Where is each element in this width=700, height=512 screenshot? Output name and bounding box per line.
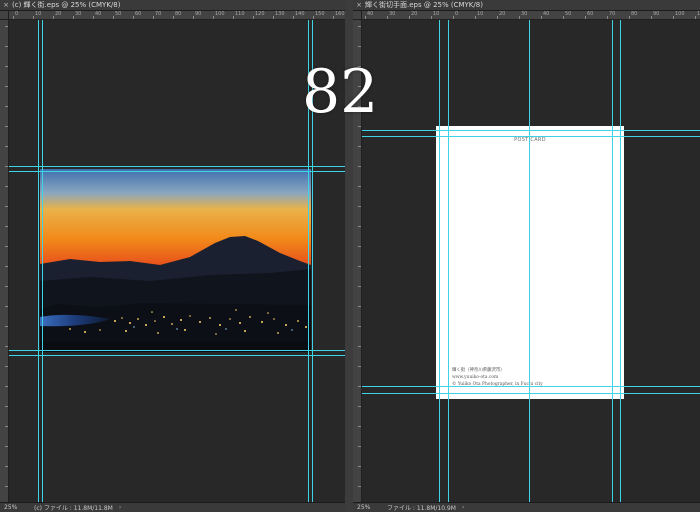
ruler-label: 40 <box>543 11 550 17</box>
ruler-label: 0 <box>455 11 459 17</box>
right-canvas[interactable]: POST CARD 輝く街（神奈川県藤沢市） www.yuuiko-ota.co… <box>362 20 700 502</box>
night-city-photo <box>40 169 311 352</box>
ruler-label: 100 <box>675 11 685 17</box>
ruler-label: 40 <box>367 11 374 17</box>
ruler-origin[interactable] <box>353 11 362 20</box>
ruler-label: 100 <box>215 11 225 17</box>
ruler-label: 20 <box>55 11 62 17</box>
ruler-label: 110 <box>235 11 245 17</box>
left-document-title: (c) 輝く街.eps @ 25% (CMYK/8) <box>12 1 121 9</box>
ruler-label: 120 <box>255 11 265 17</box>
left-status-bar: 25% (c) ファイル : 11.8M/11.8M › <box>0 502 345 512</box>
right-document-tab[interactable]: × 輝く街切手面.eps @ 25% (CMYK/8) <box>353 0 700 11</box>
ruler-label: 150 <box>315 11 325 17</box>
chevron-right-icon[interactable]: › <box>462 504 464 511</box>
close-icon[interactable]: × <box>353 1 365 9</box>
guide-horizontal[interactable] <box>362 393 700 394</box>
ruler-label: 160 <box>335 11 345 17</box>
ruler-label: 20 <box>499 11 506 17</box>
postcard-title: POST CARD <box>514 137 546 143</box>
guide-vertical[interactable] <box>448 20 449 502</box>
ruler-label: 140 <box>295 11 305 17</box>
ruler-label: 130 <box>275 11 285 17</box>
guide-horizontal[interactable] <box>9 166 345 167</box>
guide-vertical[interactable] <box>620 20 621 502</box>
vertical-ruler[interactable] <box>0 20 9 502</box>
guide-vertical[interactable] <box>38 20 39 502</box>
chevron-right-icon[interactable]: › <box>119 504 121 511</box>
horizontal-ruler[interactable]: 403020100102030405060708090100110 <box>353 11 700 20</box>
guide-horizontal[interactable] <box>362 136 700 137</box>
zoom-level[interactable]: 25% <box>353 504 383 511</box>
ruler-label: 40 <box>95 11 102 17</box>
ruler-label: 10 <box>35 11 42 17</box>
ruler-label: 0 <box>15 11 19 17</box>
ruler-label: 10 <box>433 11 440 17</box>
ruler-label: 80 <box>631 11 638 17</box>
ruler-label: 90 <box>195 11 202 17</box>
ruler-label: 30 <box>389 11 396 17</box>
guide-vertical[interactable] <box>439 20 440 502</box>
guide-horizontal[interactable] <box>9 350 345 351</box>
right-document-title: 輝く街切手面.eps @ 25% (CMYK/8) <box>365 1 483 9</box>
guide-vertical[interactable] <box>612 20 613 502</box>
guide-vertical[interactable] <box>42 20 43 502</box>
page-number: 82 <box>302 57 379 127</box>
right-status-bar: 25% ファイル : 11.8M/10.9M › <box>353 502 700 512</box>
postcard-page: POST CARD 輝く街（神奈川県藤沢市） www.yuuiko-ota.co… <box>436 126 624 399</box>
ruler-label: 30 <box>521 11 528 17</box>
guide-horizontal[interactable] <box>9 171 345 172</box>
ruler-label: 20 <box>411 11 418 17</box>
file-info: (c) ファイル : 11.8M/11.8M <box>34 505 113 512</box>
left-document-tab[interactable]: × (c) 輝く街.eps @ 25% (CMYK/8) <box>0 0 345 11</box>
ruler-label: 50 <box>565 11 572 17</box>
guide-horizontal[interactable] <box>362 386 700 387</box>
guide-horizontal[interactable] <box>362 130 700 131</box>
ruler-label: 30 <box>75 11 82 17</box>
ruler-label: 10 <box>477 11 484 17</box>
left-document-window: × (c) 輝く街.eps @ 25% (CMYK/8) 0 10 20 30 40 50… <box>0 0 345 512</box>
ruler-origin[interactable] <box>0 11 9 20</box>
right-document-window: × 輝く街切手面.eps @ 25% (CMYK/8) 40 30 20 10 0 10 2… <box>353 0 700 512</box>
ruler-label: 90 <box>653 11 660 17</box>
ruler-label: 60 <box>587 11 594 17</box>
guide-vertical[interactable] <box>529 20 530 502</box>
left-canvas[interactable] <box>9 20 345 502</box>
ruler-label: 60 <box>135 11 142 17</box>
zoom-level[interactable]: 25% <box>0 504 30 511</box>
ruler-label: 70 <box>155 11 162 17</box>
close-icon[interactable]: × <box>0 1 12 9</box>
guide-horizontal[interactable] <box>9 355 345 356</box>
ruler-label: 80 <box>175 11 182 17</box>
file-info: ファイル : 11.8M/10.9M <box>387 505 456 512</box>
horizontal-ruler[interactable]: 0 10 20 30 40 50 60 70 80 90 100 110 120 130 140 150 160 <box>0 11 345 20</box>
ruler-label: 70 <box>609 11 616 17</box>
ruler-label: 50 <box>115 11 122 17</box>
